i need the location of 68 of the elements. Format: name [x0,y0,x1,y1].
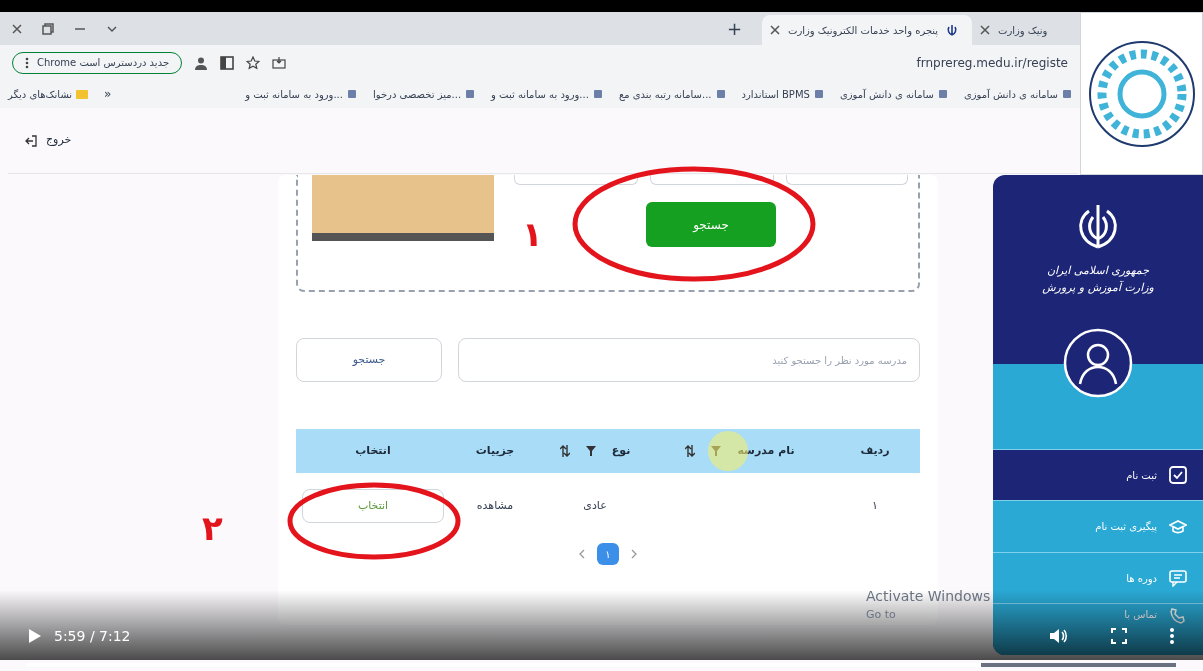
sort-icon[interactable] [559,445,570,457]
sort-icon[interactable] [685,445,696,457]
column-header[interactable]: انتخاب [355,442,391,460]
fullscreen-icon[interactable] [1111,628,1127,644]
search-field[interactable]: مدرسه مورد نظر را جستجو کنید [458,338,920,382]
form-field[interactable] [650,175,774,185]
chat-icon [1169,569,1187,588]
star-icon[interactable] [246,55,261,70]
checkbox-icon [1169,466,1187,485]
bookmark-favicon-icon [1062,89,1072,99]
browser-tab[interactable]: ونیک وزارت [972,15,1068,45]
annotation-number: ۲ [202,507,223,550]
graduation-cap-icon [1169,517,1187,536]
bookmark-link[interactable]: ورود به سامانه ثبت و... [491,86,589,102]
more-bookmarks-button[interactable]: » [104,85,112,103]
annotation-number: ۱ [522,213,543,256]
form-field[interactable] [514,175,638,185]
bookmark-favicon-icon [813,89,824,99]
table-cell: ۱ [872,498,878,512]
ministry-title: وزارت آموزش و پرورش [1042,279,1154,296]
bookmark-link[interactable]: ورود به سامانه ثبت و... [245,86,343,102]
bookmark-link[interactable]: میز تخصصی درخوا... [373,86,462,102]
profile-icon[interactable] [194,55,209,70]
bookmark-link[interactable]: سامانه ی دانش آموزی [963,86,1058,102]
volume-icon[interactable] [1049,627,1069,645]
os-notice-text: Activate Windows [866,587,991,606]
bookmark-favicon-icon [715,89,726,99]
ministry-title: جمهوری اسلامی ایران [1046,263,1149,279]
column-header[interactable]: نام مدرسه [737,442,795,460]
more-options-icon[interactable] [1169,627,1175,645]
restore-icon[interactable] [42,22,54,35]
column-header[interactable]: جزییات [475,442,515,460]
bookmark-favicon-icon [592,89,603,99]
play-icon[interactable] [28,628,42,644]
url-text[interactable]: frnprereg.medu.ir/registe [916,53,1068,72]
os-notice-text: Go to [866,607,897,623]
close-icon[interactable] [12,23,22,34]
more-icon [25,56,29,69]
table-cell: عادی [583,498,607,512]
close-icon[interactable] [980,25,990,35]
bookmark-favicon-icon [465,89,476,99]
bookmark-link[interactable]: سامانه ی دانش آموزی [839,86,934,102]
phone-icon [1169,607,1187,626]
new-tab-button[interactable]: + [726,15,742,42]
next-page-icon[interactable] [631,549,637,559]
side-panel-icon[interactable] [220,55,235,70]
bookmark-link[interactable]: سامانه رتبه بندی مع... [618,86,712,102]
filter-icon[interactable] [585,446,596,456]
form-field[interactable] [786,175,908,185]
avatar-icon [1063,327,1133,398]
details-link[interactable]: مشاهده [476,498,514,512]
browser-tab[interactable]: پنجره واحد خدمات الکترونیک وزارت [762,15,972,45]
column-header[interactable]: نوع [611,442,631,460]
logout-button[interactable]: خروج [24,132,72,149]
folder-icon [76,89,89,99]
logout-icon [24,133,38,148]
bookmark-favicon-icon [347,89,357,99]
column-header[interactable]: ردیف [860,442,890,460]
install-icon[interactable] [272,55,287,70]
select-button[interactable]: انتخاب [302,489,444,523]
bookmark-folder[interactable]: نشانک‌های دیگر [8,86,73,102]
bookmark-link[interactable]: استاندارد BPMS [741,86,810,102]
previous-page-icon[interactable] [579,549,585,559]
bookmark-favicon-icon [937,89,948,99]
close-icon[interactable] [770,25,780,35]
video-time: 5:59 / 7:12 [54,626,131,646]
emblem-icon [946,24,959,36]
search-button[interactable]: جستجو [296,338,442,382]
